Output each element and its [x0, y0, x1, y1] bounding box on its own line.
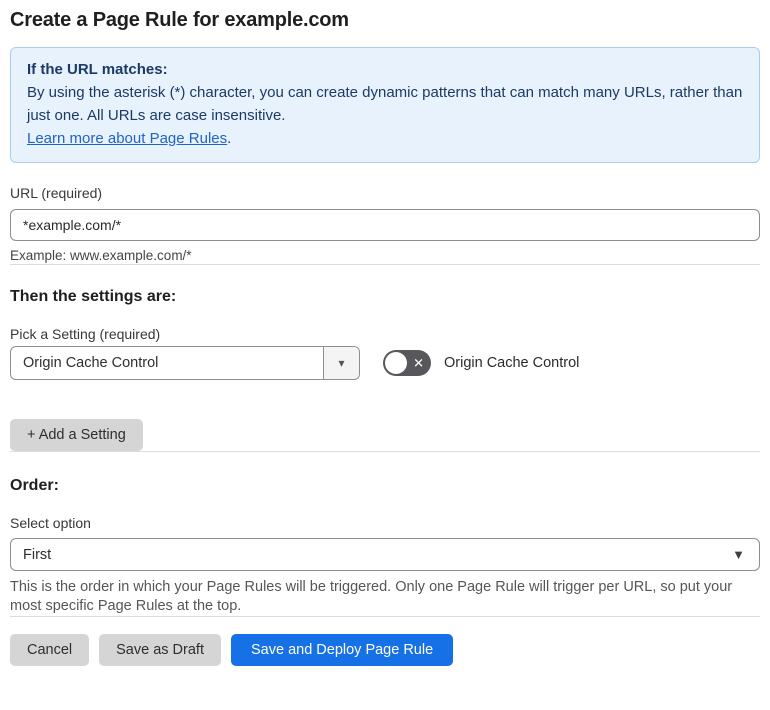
page-rule-form: Create a Page Rule for example.com If th… [0, 8, 770, 666]
toggle-off-x-icon: ✕ [413, 355, 424, 371]
toggle-caption: Origin Cache Control [444, 355, 580, 371]
toggle-knob [385, 352, 407, 374]
url-input[interactable] [10, 209, 760, 241]
cancel-button[interactable]: Cancel [10, 634, 90, 666]
info-box-body: By using the asterisk (*) character, you… [27, 84, 743, 124]
order-select-label: Select option [10, 515, 91, 531]
setting-picker-arrow-button[interactable]: ▾ [323, 347, 359, 379]
order-helper-text: This is the order in which your Page Rul… [10, 579, 733, 614]
order-select-dropdown[interactable]: First ▼ [10, 538, 760, 571]
chevron-down-icon: ▾ [338, 356, 345, 370]
settings-section-heading: Then the settings are: [10, 288, 177, 305]
setting-row: Origin Cache Control ▾ ✕ Origin Cache Co… [10, 346, 760, 380]
caret-down-icon: ▼ [732, 547, 745, 562]
setting-picker-value: Origin Cache Control [23, 355, 159, 371]
info-box-heading: If the URL matches: [27, 61, 168, 78]
info-box-link-line: Learn more about Page Rules. [27, 127, 743, 150]
learn-more-link[interactable]: Learn more about Page Rules [27, 130, 227, 147]
pick-setting-label: Pick a Setting (required) [10, 326, 161, 342]
divider [10, 264, 760, 265]
setting-picker-dropdown[interactable]: Origin Cache Control ▾ [10, 346, 360, 380]
url-match-info-box: If the URL matches: By using the asteris… [10, 47, 760, 163]
footer-actions: Cancel Save as Draft Save and Deploy Pag… [10, 634, 760, 666]
save-as-draft-button[interactable]: Save as Draft [99, 634, 221, 666]
page-title: Create a Page Rule for example.com [10, 9, 349, 31]
url-example-text: Example: www.example.com/* [10, 248, 192, 263]
order-select-value: First [23, 546, 52, 563]
origin-cache-control-toggle[interactable]: ✕ [383, 350, 431, 376]
order-section-heading: Order: [10, 477, 59, 494]
url-field-label: URL (required) [10, 185, 103, 201]
add-setting-button[interactable]: + Add a Setting [10, 419, 143, 451]
save-and-deploy-button[interactable]: Save and Deploy Page Rule [230, 634, 454, 666]
divider [10, 451, 760, 452]
divider [10, 616, 760, 617]
link-period: . [227, 130, 232, 147]
